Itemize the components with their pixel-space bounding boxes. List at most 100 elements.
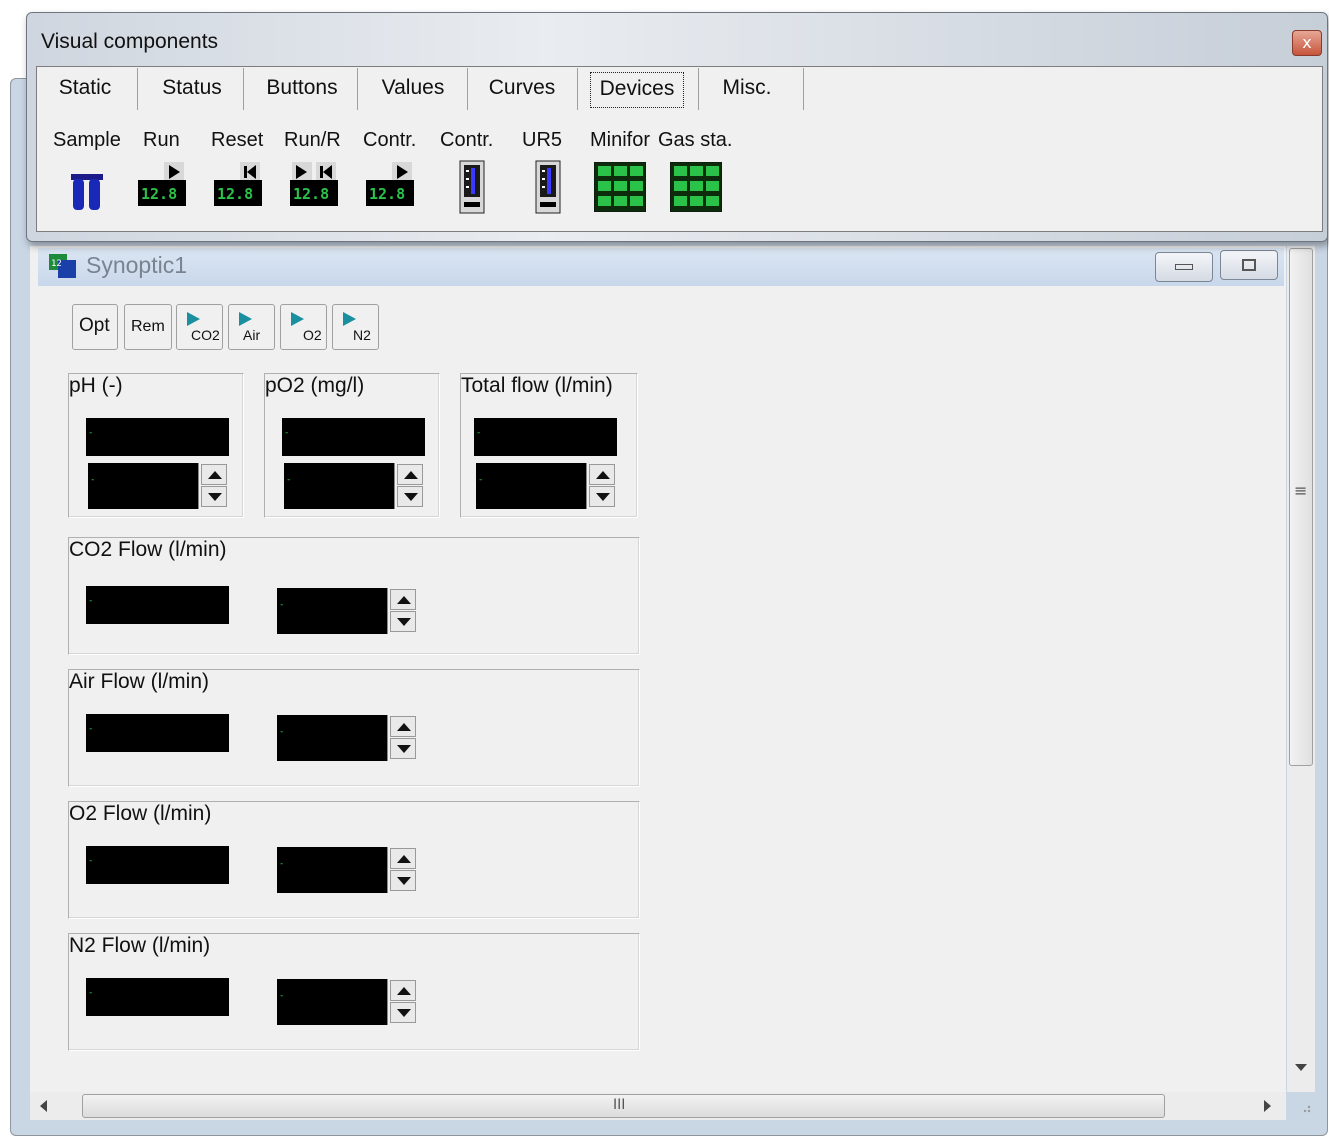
scroll-grip-icon: III bbox=[613, 1097, 626, 1113]
tab-misc-label: Misc. bbox=[722, 76, 772, 99]
arrow-up-icon bbox=[596, 471, 610, 479]
visual-components-title: Visual components bbox=[41, 30, 219, 53]
air-start-button[interactable]: Air bbox=[228, 304, 275, 350]
arrow-up-icon bbox=[208, 471, 222, 479]
tab-devices[interactable]: Devices bbox=[590, 70, 684, 110]
rem-button[interactable]: Rem bbox=[124, 304, 172, 350]
air-label: Air bbox=[243, 327, 261, 343]
n2-flow-label: N2 Flow (l/min) bbox=[69, 934, 211, 957]
scroll-left-arrow-icon[interactable] bbox=[40, 1100, 47, 1112]
resize-grip-icon[interactable] bbox=[1296, 1098, 1312, 1114]
minimize-button[interactable] bbox=[1155, 252, 1213, 282]
close-button[interactable]: x bbox=[1292, 30, 1322, 56]
tab-static[interactable]: Static bbox=[44, 70, 126, 110]
opt-button[interactable]: Opt bbox=[72, 304, 118, 350]
spin-up-button[interactable] bbox=[589, 464, 615, 485]
spin-up-button[interactable] bbox=[390, 589, 416, 610]
play-icon bbox=[239, 312, 252, 326]
arrow-down-icon bbox=[596, 493, 610, 501]
spin-buttons bbox=[586, 463, 616, 509]
po2-setpoint-value: - bbox=[286, 475, 292, 485]
minifor-grid-icon[interactable] bbox=[593, 161, 647, 213]
spin-up-button[interactable] bbox=[201, 464, 227, 485]
spin-down-button[interactable] bbox=[390, 738, 416, 759]
arrow-up-icon bbox=[397, 987, 411, 995]
o2-start-button[interactable]: O2 bbox=[280, 304, 327, 350]
vertical-scroll-thumb[interactable]: ≡ bbox=[1289, 248, 1313, 766]
arrow-down-icon bbox=[397, 877, 411, 885]
spin-down-button[interactable] bbox=[397, 486, 423, 507]
scroll-right-arrow-icon[interactable] bbox=[1264, 1100, 1271, 1112]
arrow-down-icon bbox=[397, 745, 411, 753]
gas-station-grid-icon[interactable] bbox=[669, 161, 723, 213]
spin-up-button[interactable] bbox=[390, 716, 416, 737]
o2-flow-value: - bbox=[88, 856, 94, 866]
spin-down-button[interactable] bbox=[390, 611, 416, 632]
total-flow-label: Total flow (l/min) bbox=[461, 374, 613, 397]
controller-display-icon[interactable]: 12.8 bbox=[366, 160, 414, 208]
ph-value: - bbox=[88, 428, 94, 438]
tab-status[interactable]: Status bbox=[146, 70, 238, 110]
tab-separator bbox=[577, 68, 578, 110]
spin-down-button[interactable] bbox=[390, 1002, 416, 1023]
co2-flow-setpoint-spinner[interactable]: - bbox=[277, 588, 417, 634]
n2-flow-setpoint-spinner[interactable]: - bbox=[277, 979, 417, 1025]
spin-up-button[interactable] bbox=[397, 464, 423, 485]
palette-label-run-reset: Run/R bbox=[284, 129, 341, 151]
spin-down-button[interactable] bbox=[201, 486, 227, 507]
co2-flow-setpoint-value: - bbox=[279, 600, 285, 610]
spin-down-button[interactable] bbox=[390, 870, 416, 891]
palette-label-minifor: Minifor bbox=[590, 129, 651, 151]
opt-button-label: Opt bbox=[79, 315, 110, 336]
ph-setpoint-spinner[interactable]: - bbox=[88, 463, 228, 509]
total-flow-setpoint-value: - bbox=[478, 475, 484, 485]
reset-display-icon[interactable]: 12.8 bbox=[214, 160, 262, 208]
total-flow-display: - bbox=[474, 418, 617, 456]
arrow-up-icon bbox=[397, 723, 411, 731]
horizontal-scroll-thumb[interactable]: III bbox=[82, 1094, 1165, 1118]
palette-label-controller-2: Contr. bbox=[440, 129, 494, 151]
tab-separator bbox=[137, 68, 138, 110]
synoptic-title: Synoptic1 bbox=[86, 252, 188, 278]
palette-label-run: Run bbox=[143, 129, 180, 151]
po2-setpoint-spinner[interactable]: - bbox=[284, 463, 424, 509]
controller-gauge-icon[interactable] bbox=[459, 160, 485, 214]
tab-separator bbox=[357, 68, 358, 110]
controller-display-digits: 12.8 bbox=[369, 185, 405, 203]
o2-flow-label: O2 Flow (l/min) bbox=[69, 802, 212, 825]
arrow-down-icon bbox=[404, 493, 418, 501]
o2-flow-setpoint-spinner[interactable]: - bbox=[277, 847, 417, 893]
sample-tubes-icon[interactable] bbox=[70, 174, 104, 212]
spin-buttons bbox=[387, 715, 417, 761]
synoptic-title-bar[interactable] bbox=[38, 248, 1284, 286]
total-flow-value: - bbox=[476, 428, 482, 438]
tab-values[interactable]: Values bbox=[366, 70, 460, 110]
spin-down-button[interactable] bbox=[589, 486, 615, 507]
spin-up-button[interactable] bbox=[390, 848, 416, 869]
spin-buttons bbox=[387, 588, 417, 634]
po2-label: pO2 (mg/l) bbox=[265, 374, 365, 397]
n2-flow-value: - bbox=[88, 988, 94, 998]
ph-setpoint-value: - bbox=[90, 475, 96, 485]
ur5-gauge-icon[interactable] bbox=[535, 160, 561, 214]
tab-curves[interactable]: Curves bbox=[476, 70, 568, 110]
tab-separator bbox=[243, 68, 244, 110]
air-flow-setpoint-spinner[interactable]: - bbox=[277, 715, 417, 761]
run-reset-display-icon[interactable]: 12.8 bbox=[290, 160, 338, 208]
n2-start-button[interactable]: N2 bbox=[332, 304, 379, 350]
tab-buttons[interactable]: Buttons bbox=[252, 70, 352, 110]
spin-up-button[interactable] bbox=[390, 980, 416, 1001]
tab-buttons-label: Buttons bbox=[266, 76, 338, 99]
total-flow-setpoint-spinner[interactable]: - bbox=[476, 463, 616, 509]
tab-misc[interactable]: Misc. bbox=[706, 70, 788, 110]
spin-buttons bbox=[387, 847, 417, 893]
scroll-down-arrow-icon[interactable] bbox=[1295, 1064, 1307, 1071]
ph-label: pH (-) bbox=[69, 374, 123, 397]
run-display-icon[interactable]: 12.8 bbox=[138, 160, 186, 208]
restore-button[interactable] bbox=[1220, 250, 1278, 280]
co2-label: CO2 bbox=[191, 327, 220, 343]
play-icon bbox=[187, 312, 200, 326]
spin-buttons bbox=[387, 979, 417, 1025]
co2-start-button[interactable]: CO2 bbox=[176, 304, 223, 350]
arrow-up-icon bbox=[397, 855, 411, 863]
